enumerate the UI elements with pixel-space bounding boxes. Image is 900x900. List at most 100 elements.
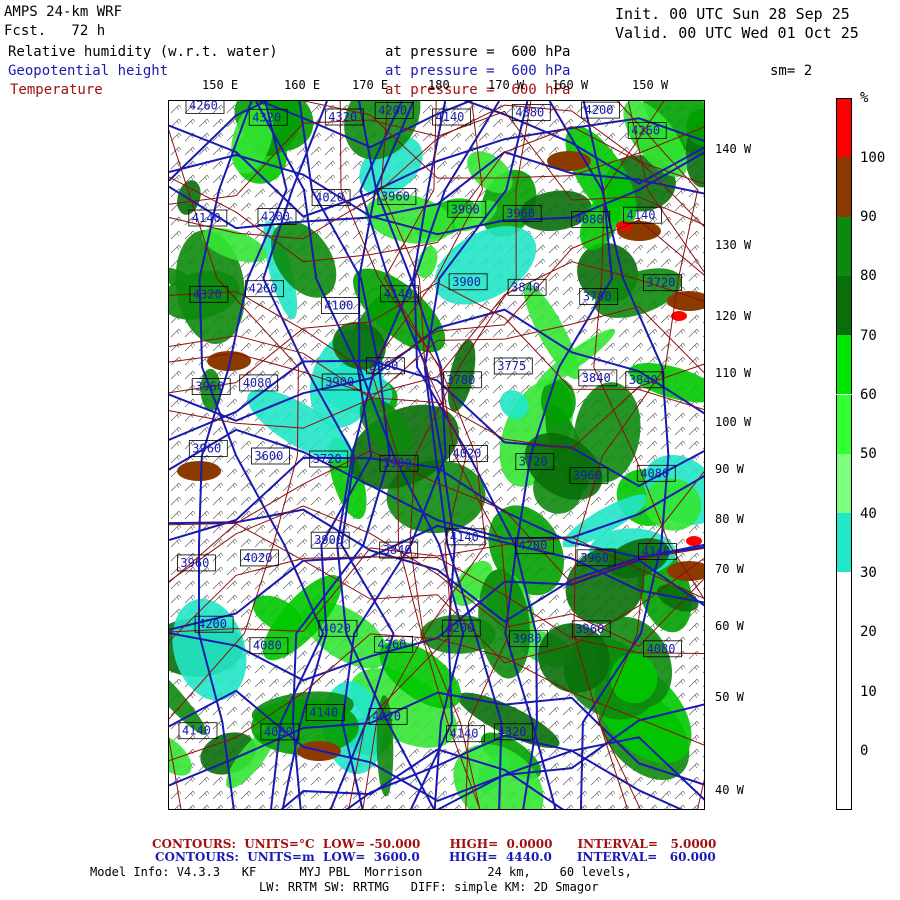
svg-text:3960: 3960 [580,551,609,565]
colorbar-label: 100 [860,150,886,166]
svg-text:3720: 3720 [647,276,676,290]
svg-text:4080: 4080 [264,725,293,739]
smoothing-label: sm= 2 [770,63,813,79]
svg-text:4260: 4260 [631,123,660,137]
field-rh-level: at pressure = 600 hPa [385,44,571,60]
init-time: Init. 00 UTC Sun 28 Sep 25 [615,5,850,23]
svg-text:4260: 4260 [249,282,278,296]
svg-text:4140: 4140 [450,530,479,544]
svg-text:3960: 3960 [195,380,224,394]
field-temp-name: Temperature [10,82,103,98]
svg-text:4020: 4020 [322,621,351,635]
colorbar-unit: % [860,90,869,106]
svg-text:4020: 4020 [315,191,344,205]
colorbar-segment [836,98,852,158]
svg-text:4140: 4140 [384,287,413,301]
colorbar-label: 70 [860,328,877,344]
field-height-name: Geopotential height [8,63,169,79]
svg-text:4140: 4140 [627,208,656,222]
svg-text:3960: 3960 [192,442,221,456]
colorbar-label: 40 [860,506,877,522]
svg-text:3960: 3960 [369,359,398,373]
svg-text:4380: 4380 [515,106,544,120]
svg-text:3960: 3960 [180,556,209,570]
lat-label: 140 W [715,142,752,156]
colorbar-label: 50 [860,446,877,462]
lat-label: 90 W [715,462,744,476]
svg-text:3780: 3780 [446,373,475,387]
field-rh-name: Relative humidity (w.r.t. water) [8,44,278,60]
colorbar-segment [836,335,852,395]
svg-text:4140: 4140 [450,727,479,741]
rh-area-saturated [686,536,702,546]
colorbar-segment [836,157,852,217]
svg-text:4080: 4080 [243,376,272,390]
lat-label: 40 W [715,783,744,797]
svg-text:4200: 4200 [518,539,547,553]
lon-label: 150 E [202,78,239,92]
lon-label: 170 E [352,78,389,92]
colorbar-segment [836,216,852,276]
svg-text:3720: 3720 [519,455,548,469]
map-graphic: 4260 4320 4320 4200 4140 4380 4200 4260 4140 4200… [169,101,704,809]
colorbar-segment [836,691,852,751]
colorbar-label: 0 [860,743,869,759]
model-info-line2: LW: RRTM SW: RRTMG DIFF: simple KM: 2D S… [259,880,599,894]
svg-text:4080: 4080 [575,212,604,226]
colorbar-label: 60 [860,387,877,403]
lon-label: 150 W [632,78,669,92]
model-title: AMPS 24-km WRF [4,4,123,20]
svg-text:4320: 4320 [498,725,527,739]
colorbar-label: 80 [860,268,877,284]
lat-label: 80 W [715,512,744,526]
rh-area-high [177,461,221,481]
lat-label: 60 W [715,619,744,633]
colorbar-label: 90 [860,209,877,225]
colorbar-segment [836,394,852,454]
forecast-map: 4260 4320 4320 4200 4140 4380 4200 4260 4140 4200… [168,100,705,810]
svg-text:4200: 4200 [198,617,227,631]
svg-text:3775: 3775 [497,359,526,373]
svg-text:3600: 3600 [254,449,283,463]
lon-label: 160 E [284,78,321,92]
valid-time: Valid. 00 UTC Wed 01 Oct 25 [615,24,859,42]
svg-text:3960: 3960 [575,622,604,636]
svg-text:3780: 3780 [583,290,612,304]
svg-text:3900: 3900 [451,202,480,216]
svg-text:3720: 3720 [313,452,342,466]
field-height-level: at pressure = 600 hPa [385,63,571,79]
svg-text:3900: 3900 [325,375,354,389]
lat-label: 130 W [715,238,752,252]
svg-text:4140: 4140 [436,110,465,124]
height-contour-info: CONTOURS: UNITS=m LOW= 3600.0 HIGH= 4440… [155,850,716,864]
lon-label: 160 W [552,78,589,92]
svg-text:4200: 4200 [378,103,407,117]
svg-text:4140: 4140 [182,724,211,738]
colorbar-segment [836,453,852,514]
colorbar-segment [836,750,852,810]
svg-text:4020: 4020 [372,710,401,724]
lat-label: 100 W [715,415,752,429]
svg-text:4200: 4200 [445,621,474,635]
lat-label: 70 W [715,562,744,576]
svg-text:3900: 3900 [383,456,412,470]
colorbar-segment [836,513,852,573]
colorbar-segment [836,631,852,691]
svg-text:4140: 4140 [309,706,338,720]
lat-label: 110 W [715,366,752,380]
svg-text:4100: 4100 [324,299,353,313]
svg-text:3840: 3840 [511,280,540,294]
model-info-line1: Model Info: V4.3.3 KF MYJ PBL Morrison 2… [90,865,632,879]
svg-text:3960: 3960 [506,207,535,221]
svg-text:3840: 3840 [383,543,412,557]
svg-text:3960: 3960 [573,469,602,483]
svg-text:4020: 4020 [453,447,482,461]
svg-text:4320: 4320 [193,287,222,301]
svg-text:4080: 4080 [640,466,669,480]
svg-text:4140: 4140 [192,211,221,225]
lat-label: 50 W [715,690,744,704]
colorbar-segment [836,275,852,336]
lon-label: 170 W [488,78,525,92]
svg-text:3900: 3900 [452,275,481,289]
svg-text:4320: 4320 [252,110,281,124]
